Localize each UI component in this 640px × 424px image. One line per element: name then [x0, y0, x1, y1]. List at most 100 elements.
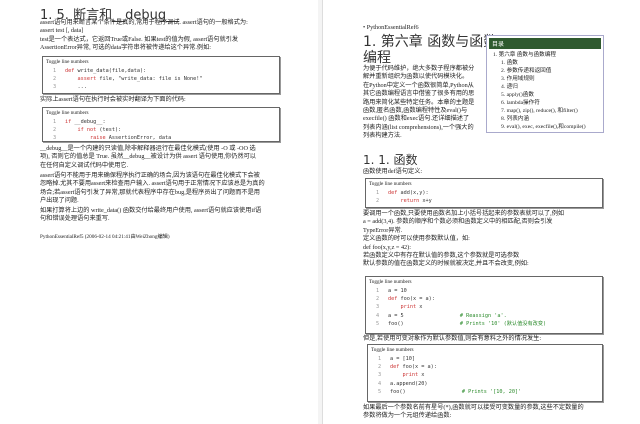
chapter-title-line: 1. 第六章 函数与函数: [363, 34, 498, 50]
line-number: 3: [53, 84, 57, 91]
text-line: TypeError异常.: [363, 226, 403, 234]
toggle-line-numbers-link[interactable]: Toggle line numbers: [43, 108, 279, 118]
paragraph: 函数使用def语句定义:: [363, 168, 423, 175]
paragraph: assert语句不能用于用来确保程序执行正确的场合,因为该语句在最佳化模式下会被…: [40, 172, 265, 206]
code-line: 1 a = [10]: [368, 355, 602, 363]
toc-item[interactable]: 9. eval(), exec, execfile(),和compile(): [487, 123, 603, 131]
line-number: 5: [376, 320, 380, 327]
toc-item[interactable]: 6. lambda操作符: [487, 99, 603, 107]
code-block: Toggle line numbers 1 def write_data(file,…: [42, 56, 280, 94]
code-line: 2 if not (test):: [43, 126, 279, 134]
toggle-line-numbers-link[interactable]: Toggle line numbers: [368, 345, 602, 355]
code-line: 1 if __debug__:: [43, 118, 279, 126]
code-line: 1 def write_data(file,data):: [43, 67, 279, 75]
code-text: def add(x,y):: [388, 190, 429, 196]
toc-item[interactable]: 3. 作用域规则: [487, 75, 603, 83]
code-text: raise AssertionError, data: [90, 135, 172, 142]
code-text: if not (test):: [77, 127, 122, 134]
text-line: 路用来简化某些特定任务。本章的主题是: [363, 98, 475, 106]
text-line: def foo(x,y,z = 42):: [363, 243, 411, 251]
code-text: def write_data(file,data):: [65, 68, 147, 74]
toc-item[interactable]: 7. map(), zip(), reduce(), 和filter(): [487, 107, 603, 115]
code-line: 3 raise AssertionError, data: [43, 134, 279, 142]
line-number: 2: [53, 127, 57, 134]
code-line: 3 print x: [368, 371, 602, 379]
code-text: return x+y: [400, 198, 432, 205]
paragraph: __debug__是一个内建的只读值,除非解释器运行在最佳化模式(使用 -O 或…: [40, 145, 256, 170]
text-line: 忽略掉.尤其不要用assert来检查用户输入. assert语句用于正常情况下应…: [40, 180, 265, 188]
text-line: 场合;若assert语句引发了异常,那就代表程序中存在bug,是程序员出了问题而…: [40, 188, 260, 196]
line-number: 1: [53, 119, 57, 125]
code-text: a.append(20): [390, 380, 428, 387]
text-line: assert test [, data]: [40, 27, 84, 35]
paragraph: 实际上assert语句在执行时会被实时翻译为下面的代码:: [40, 96, 186, 103]
code-line: 3 print x: [366, 303, 602, 311]
page-footer[interactable]: PythonEssentialRef5 (2006-02-14 04:21:41…: [40, 233, 170, 241]
toggle-line-numbers-link[interactable]: Toggle line numbers: [366, 179, 602, 189]
table-of-contents: 目录 1. 第六章 函数与函数编程 1. 函数 2. 参数传递和返回值 3. 作用域…: [486, 35, 604, 133]
text-line: 句和错误处理语句来重写.: [40, 215, 110, 223]
toc-header: 目录: [489, 38, 601, 49]
text-line: 在任何自定义调试代码中使用它.: [40, 161, 129, 169]
paragraph: 但是,若使用可变对象作为默认参数值,则会有意料之外的情况发生:: [363, 335, 542, 342]
code-line: 3 ...: [43, 83, 279, 91]
code-block: Toggle line numbers 1 if __debug__: 2 if no…: [42, 107, 280, 142]
breadcrumb: • PythonEssentialRef6: [363, 24, 419, 31]
line-number: 1: [53, 68, 57, 74]
text-line: 解并重新组织为函数以使代码模块化。: [363, 73, 469, 81]
chapter-title-line: 编程: [363, 50, 391, 66]
toc-item[interactable]: 4. 递归: [487, 83, 603, 91]
line-number: 1: [376, 190, 380, 196]
code-block: Toggle line numbers 1 a = [10] 2 def foo(x =…: [367, 344, 603, 402]
code-text: def foo(x = a):: [390, 364, 437, 371]
code-line: 2 return x+y: [366, 197, 602, 205]
right-page: • PythonEssentialRef6 1. 第六章 函数与函数 编程 为便于…: [322, 0, 640, 424]
text-line: 默认参数的值在函数定义的时候就被决定,并且不会改变,例如:: [363, 260, 529, 268]
text-line: 参数将做为一个元组传递给函数:: [363, 412, 452, 420]
toggle-line-numbers-link[interactable]: Toggle line numbers: [366, 277, 602, 287]
code-line: 2 def foo(x = a):: [366, 295, 602, 303]
text-line: 其它函数编程语言中借鉴了很多有用的思: [363, 90, 475, 98]
text-line: test是一个表达式，它返回True或False. 如果test的值为假, as…: [40, 35, 239, 43]
line-number: 1: [376, 288, 380, 294]
line-number: 2: [376, 296, 380, 303]
text-line: a = add(3,4). 参数的顺序和个数必须和函数定义中的相匹配,否则会引发: [363, 218, 553, 226]
line-number: 2: [376, 198, 380, 205]
text-line: assert语句用来断言某个条件是真的,常用于程序调试. assert语句的一般…: [40, 19, 248, 26]
toc-item[interactable]: 8. 列表内涵: [487, 115, 603, 123]
text-line: 户出现了问题.: [40, 197, 79, 205]
code-line: 4 a.append(20): [368, 380, 602, 388]
code-line: 2 def foo(x = a):: [368, 363, 602, 371]
text-line: 在Python中定义一个函数很简单,Python从: [363, 81, 474, 89]
code-line: 5 foo() # Prints '[10, 20]': [368, 388, 602, 396]
line-number: 3: [376, 304, 380, 311]
intro-paragraph: 为便于代码维护，绝大多数子程序都被分 解并重新组织为函数以使代码模块化。 在Pyth…: [363, 65, 483, 141]
toc-item[interactable]: 1. 函数: [487, 59, 603, 67]
code-line: 4 a = 5 # Reassign 'a'.: [366, 312, 602, 320]
code-block: Toggle line numbers 1 def add(x,y): 2 retur…: [365, 178, 603, 208]
breadcrumb-link[interactable]: PythonEssentialRef6: [367, 24, 419, 31]
toc-item[interactable]: 5. apply()函数: [487, 91, 603, 99]
code-text: foo() # Prints '[10, 20]': [390, 388, 522, 395]
line-number: 3: [53, 135, 57, 142]
text-line: AssertionError异常, 可选的data字符串将被传递给这个异常.例如…: [40, 44, 211, 52]
line-number: 3: [378, 372, 382, 379]
code-line: 1 def add(x,y):: [366, 189, 602, 197]
toggle-line-numbers-link[interactable]: Toggle line numbers: [43, 57, 279, 67]
text-line: 列表内涵(list comprehensions),一个强大的: [363, 123, 474, 131]
toc-item[interactable]: 1. 第六章 函数与函数编程: [487, 51, 603, 59]
code-text: foo() # Prints '10' (默认值没有改变): [388, 320, 547, 327]
code-text: a = [10]: [390, 356, 415, 362]
code-line: 2 assert file, "write_data: file is None…: [43, 75, 279, 83]
code-text: assert file, "write_data: file is None!": [77, 76, 203, 83]
line-number: 2: [378, 364, 382, 371]
text-line: 项), 否则它的值总是 True. 虽然__debug__被设计为供 asser…: [40, 153, 256, 161]
code-line: 5 foo() # Prints '10' (默认值没有改变): [366, 320, 602, 328]
chapter-title: 1. 第六章 函数与函数 编程: [363, 34, 497, 66]
code-block: Toggle line numbers 1 a = 10 2 def foo(x = a…: [365, 276, 603, 334]
line-number: 1: [378, 356, 382, 362]
code-text: ...: [65, 84, 87, 91]
text-line: 定义函数的时可以使用参数默认值，如:: [363, 235, 470, 243]
toc-item[interactable]: 2. 参数传递和返回值: [487, 67, 603, 75]
left-page: 1. 5. 断言和__debug__ assert语句用来断言某个条件是真的,常…: [0, 0, 318, 424]
